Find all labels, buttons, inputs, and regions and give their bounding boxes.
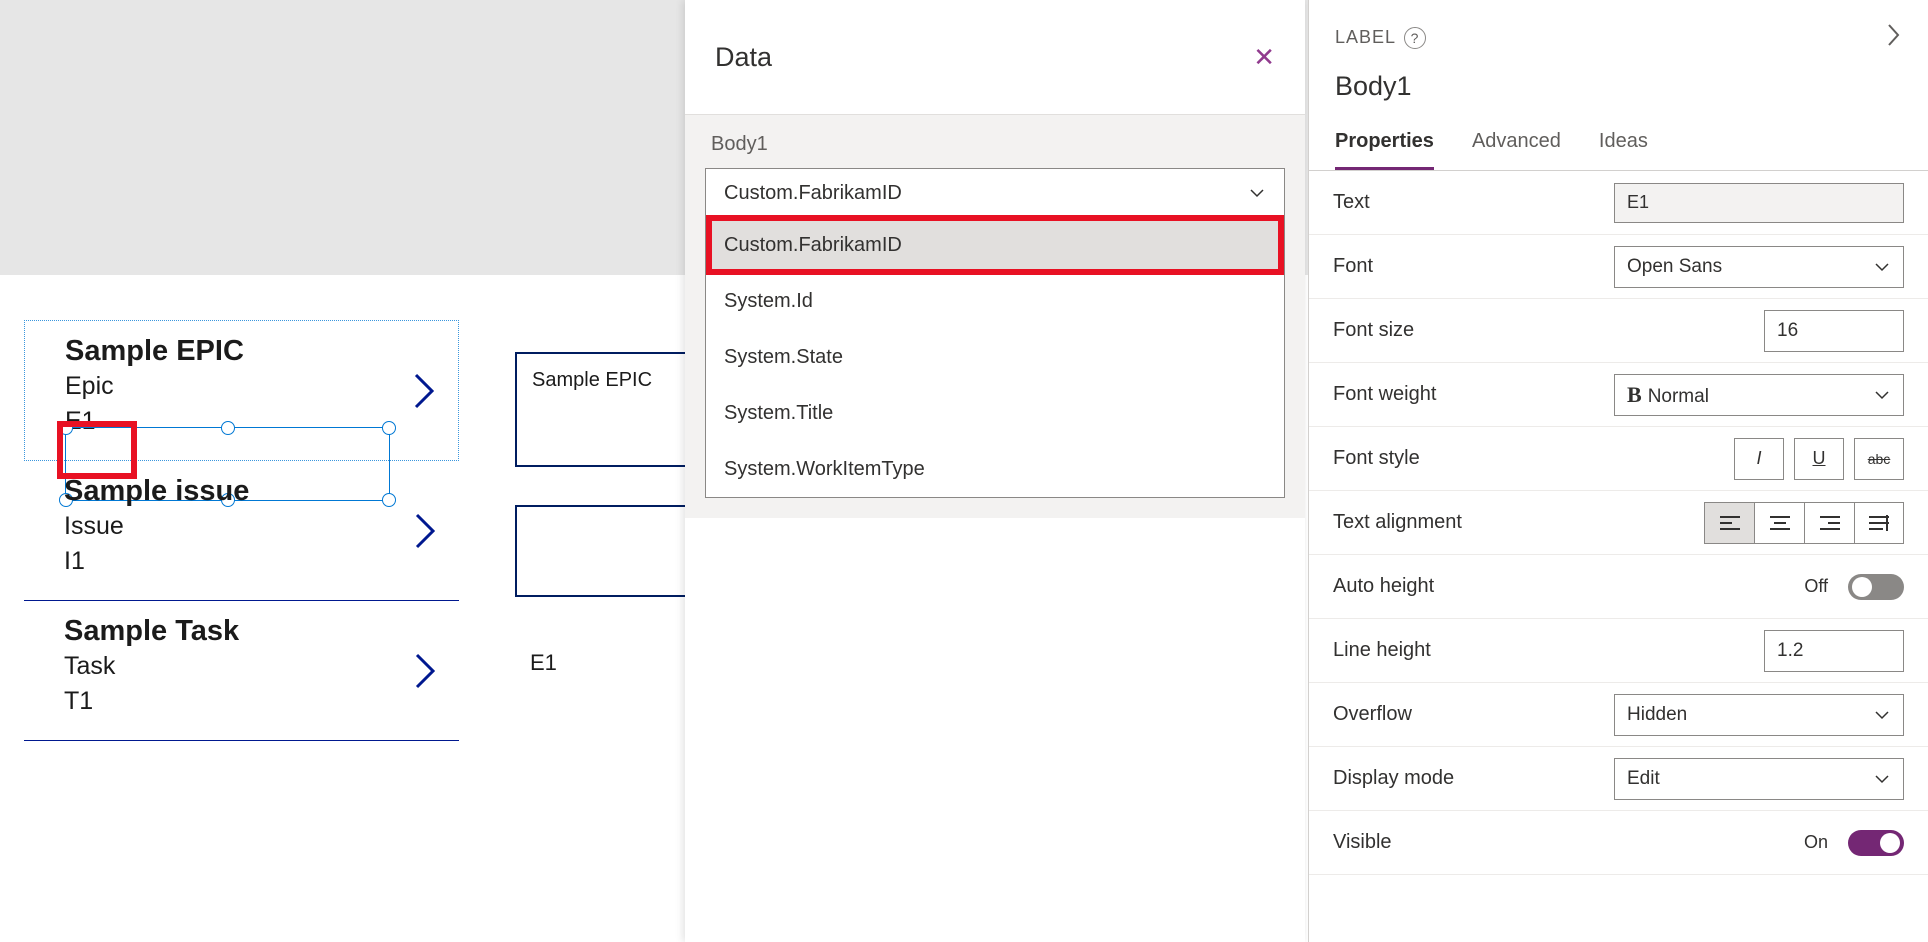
dropdown-option[interactable]: System.Id bbox=[706, 273, 1284, 329]
prop-row-font: Font Open Sans bbox=[1309, 235, 1928, 299]
prop-row-autoheight: Auto height Off bbox=[1309, 555, 1928, 619]
list-item-title: Sample EPIC bbox=[65, 335, 434, 368]
data-panel: Data ✕ Body1 Custom.FabrikamID Custom.Fa… bbox=[685, 0, 1305, 942]
prop-row-align: Text alignment bbox=[1309, 491, 1928, 555]
dropdown-wrap: Custom.FabrikamID Custom.FabrikamID Syst… bbox=[685, 168, 1305, 518]
font-select[interactable]: Open Sans bbox=[1614, 246, 1904, 288]
text-input[interactable]: E1 bbox=[1614, 183, 1904, 223]
data-panel-header: Data ✕ bbox=[685, 0, 1305, 115]
bold-icon: B bbox=[1627, 382, 1642, 407]
dropdown-selected[interactable]: Custom.FabrikamID bbox=[706, 169, 1284, 217]
chevron-right-icon[interactable] bbox=[412, 371, 438, 411]
field-dropdown: Custom.FabrikamID Custom.FabrikamID Syst… bbox=[705, 168, 1285, 498]
control-type-label: LABEL ? bbox=[1335, 27, 1426, 49]
list-item[interactable]: Sample Task Task T1 bbox=[24, 601, 459, 741]
dropdown-option[interactable]: System.WorkItemType bbox=[706, 441, 1284, 497]
underline-button[interactable]: U bbox=[1794, 438, 1844, 480]
properties-header: LABEL ? Body1 bbox=[1309, 0, 1928, 102]
list-item[interactable]: Sample issue Issue I1 bbox=[24, 461, 459, 601]
list-item-body: I1 bbox=[64, 547, 435, 576]
chevron-down-icon bbox=[1873, 386, 1891, 404]
align-center-button[interactable] bbox=[1754, 502, 1804, 544]
list-item-subtitle: Task bbox=[64, 652, 435, 681]
data-field-label: Body1 bbox=[685, 115, 1305, 168]
italic-button[interactable]: I bbox=[1734, 438, 1784, 480]
align-right-button[interactable] bbox=[1804, 502, 1854, 544]
data-panel-title: Data bbox=[715, 42, 772, 73]
chevron-right-icon[interactable] bbox=[413, 511, 439, 551]
close-icon[interactable]: ✕ bbox=[1253, 42, 1275, 73]
list-item-subtitle: Issue bbox=[64, 512, 435, 541]
chevron-down-icon bbox=[1873, 770, 1891, 788]
dropdown-option[interactable]: Custom.FabrikamID bbox=[706, 217, 1284, 273]
fontsize-input[interactable]: 16 bbox=[1764, 310, 1904, 352]
chevron-down-icon bbox=[1873, 706, 1891, 724]
tab-ideas[interactable]: Ideas bbox=[1599, 130, 1648, 170]
list-item-subtitle: Epic bbox=[65, 372, 434, 401]
lineheight-input[interactable]: 1.2 bbox=[1764, 630, 1904, 672]
prop-row-visible: Visible On bbox=[1309, 811, 1928, 875]
chevron-right-icon[interactable] bbox=[1886, 22, 1902, 53]
dropdown-option[interactable]: System.Title bbox=[706, 385, 1284, 441]
control-name: Body1 bbox=[1335, 71, 1902, 102]
chevron-right-icon[interactable] bbox=[413, 651, 439, 691]
list-item-title: Sample issue bbox=[64, 475, 435, 508]
autoheight-toggle[interactable] bbox=[1848, 574, 1904, 600]
visible-toggle[interactable] bbox=[1848, 830, 1904, 856]
displaymode-select[interactable]: Edit bbox=[1614, 758, 1904, 800]
chevron-down-icon bbox=[1248, 184, 1266, 202]
align-justify-button[interactable] bbox=[1854, 502, 1904, 544]
strikethrough-button[interactable]: abc bbox=[1854, 438, 1904, 480]
fontweight-select[interactable]: BNormal bbox=[1614, 374, 1904, 416]
list-item-body: T1 bbox=[64, 687, 435, 716]
prop-row-fontweight: Font weight BNormal bbox=[1309, 363, 1928, 427]
prop-row-fontstyle: Font style I U abc bbox=[1309, 427, 1928, 491]
prop-row-displaymode: Display mode Edit bbox=[1309, 747, 1928, 811]
properties-list: Text E1 Font Open Sans Font size 16 Font… bbox=[1309, 171, 1928, 875]
prop-row-lineheight: Line height 1.2 bbox=[1309, 619, 1928, 683]
properties-panel: LABEL ? Body1 Properties Advanced Ideas … bbox=[1308, 0, 1928, 942]
dropdown-option[interactable]: System.State bbox=[706, 329, 1284, 385]
tabs: Properties Advanced Ideas bbox=[1309, 130, 1928, 171]
align-left-button[interactable] bbox=[1704, 502, 1754, 544]
chevron-down-icon bbox=[1873, 258, 1891, 276]
tab-properties[interactable]: Properties bbox=[1335, 130, 1434, 170]
overflow-select[interactable]: Hidden bbox=[1614, 694, 1904, 736]
prop-row-overflow: Overflow Hidden bbox=[1309, 683, 1928, 747]
help-icon[interactable]: ? bbox=[1404, 27, 1426, 49]
tab-advanced[interactable]: Advanced bbox=[1472, 130, 1561, 170]
list-item[interactable]: Sample EPIC Epic E1 bbox=[24, 320, 459, 461]
dropdown-list: Custom.FabrikamID System.Id System.State… bbox=[706, 217, 1284, 497]
gallery-list: Sample EPIC Epic E1 Sample issue Issue I… bbox=[24, 320, 459, 741]
prop-row-text: Text E1 bbox=[1309, 171, 1928, 235]
list-item-title: Sample Task bbox=[64, 615, 435, 648]
prop-row-fontsize: Font size 16 bbox=[1309, 299, 1928, 363]
